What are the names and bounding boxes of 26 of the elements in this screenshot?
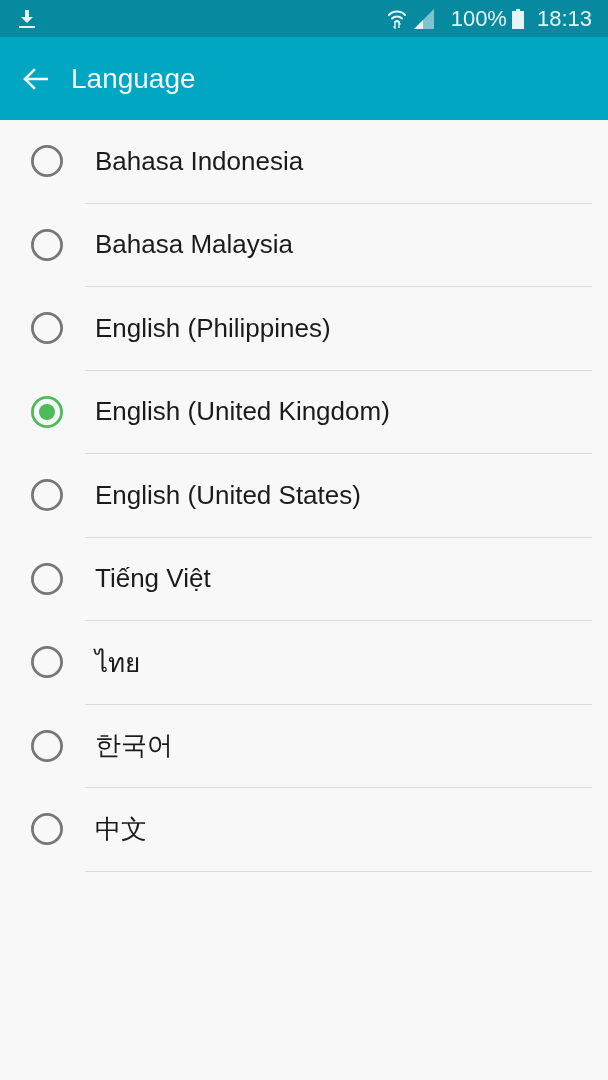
language-option[interactable]: Bahasa Malaysia bbox=[0, 203, 592, 286]
battery-percentage: 100% bbox=[450, 7, 507, 30]
wifi-icon bbox=[387, 8, 406, 29]
radio-icon[interactable] bbox=[31, 729, 63, 762]
clock-time: 18:13 bbox=[536, 7, 592, 30]
language-option[interactable]: Tiếng Việt bbox=[0, 537, 592, 620]
radio-icon[interactable] bbox=[31, 312, 63, 345]
radio-icon[interactable] bbox=[31, 228, 63, 261]
language-option[interactable]: 한국어 bbox=[0, 704, 592, 787]
screen-title: Language bbox=[71, 64, 196, 93]
download-icon bbox=[19, 9, 35, 28]
language-option[interactable]: English (Philippines) bbox=[0, 287, 592, 370]
radio-icon[interactable] bbox=[31, 562, 63, 595]
language-option[interactable]: ไทย bbox=[0, 621, 592, 704]
radio-selected-icon[interactable] bbox=[31, 395, 63, 428]
language-option[interactable]: English (United States) bbox=[0, 454, 592, 537]
language-option[interactable]: Bahasa Indonesia bbox=[0, 120, 592, 203]
signal-icon bbox=[413, 8, 434, 29]
language-option[interactable]: English (United Kingdom) bbox=[0, 370, 592, 453]
radio-icon[interactable] bbox=[31, 145, 63, 178]
battery-icon bbox=[511, 8, 524, 29]
radio-icon[interactable] bbox=[31, 479, 63, 512]
radio-icon[interactable] bbox=[31, 646, 63, 679]
back-arrow-icon bbox=[22, 67, 48, 90]
radio-icon[interactable] bbox=[31, 813, 63, 846]
language-option[interactable]: 中文 bbox=[0, 788, 592, 871]
